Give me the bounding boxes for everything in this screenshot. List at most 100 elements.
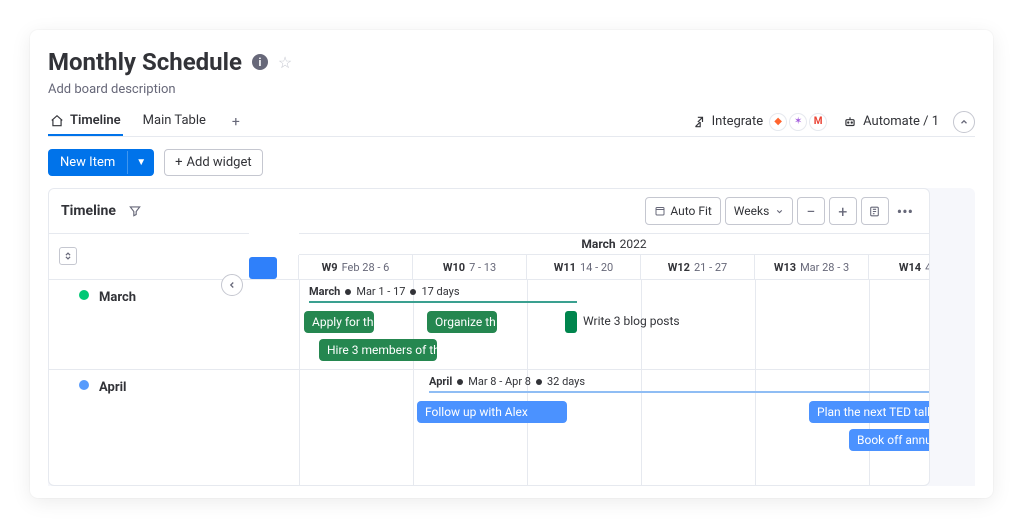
home-icon <box>50 114 64 128</box>
month-header: March 2022 <box>299 233 929 255</box>
zoom-in-button[interactable]: + <box>829 197 857 225</box>
task-bar[interactable]: Plan the next TED talk <box>809 401 929 423</box>
panel-header: Timeline Auto Fit Weeks <box>49 189 929 233</box>
integration-icons: ◆ ✶ M <box>769 113 827 131</box>
export-button[interactable] <box>861 197 889 225</box>
title-row: Monthly Schedule i ☆ <box>48 48 975 76</box>
view-tabs: Timeline Main Table + <box>48 107 246 136</box>
tab-timeline[interactable]: Timeline <box>48 107 123 136</box>
auto-fit-button[interactable]: Auto Fit <box>645 197 720 225</box>
week-cell: W14 4 - 10 <box>869 255 929 279</box>
board-description[interactable]: Add board description <box>48 82 975 97</box>
more-options-button[interactable]: ••• <box>893 202 917 221</box>
integration-icon-3: M <box>809 113 827 131</box>
info-icon[interactable]: i <box>252 54 268 70</box>
task-label[interactable]: Write 3 blog posts <box>583 314 680 328</box>
body-area: Timeline Auto Fit Weeks <box>48 188 975 486</box>
week-range: 14 - 20 <box>580 261 613 274</box>
task-bar[interactable]: Organize th <box>427 311 497 333</box>
week-cell: W13Mar 28 - 3 <box>755 255 869 279</box>
task-label: Book off annual <box>857 433 929 447</box>
new-item-button[interactable]: New Item ▼ <box>48 149 154 176</box>
scale-label: Weeks <box>734 204 769 218</box>
month-label: March <box>581 237 615 251</box>
add-widget-button[interactable]: + Add widget <box>164 149 262 176</box>
week-num: W14 <box>899 261 921 274</box>
tab-main-table[interactable]: Main Table <box>141 107 208 136</box>
task-label: Follow up with Alex <box>425 405 528 419</box>
summary-name: April <box>429 375 452 388</box>
group-summary-april[interactable]: April Mar 8 - Apr 8 32 days <box>429 375 585 388</box>
group-color-dot <box>79 380 89 390</box>
tab-main-table-label: Main Table <box>143 113 206 128</box>
sidebar-top <box>49 233 249 279</box>
grid-body: March Mar 1 - 17 17 days Apply for th Or… <box>249 279 929 485</box>
timeline-panel: Timeline Auto Fit Weeks <box>48 188 930 486</box>
task-bar[interactable]: Apply for th <box>304 311 374 333</box>
week-num: W9 <box>322 261 338 274</box>
group-color-dot <box>79 290 89 300</box>
task-label: Apply for th <box>312 315 373 329</box>
today-marker <box>249 257 277 279</box>
automate-label: Automate / 1 <box>863 114 939 129</box>
group-row-march[interactable]: March <box>49 279 249 369</box>
year-label: 2022 <box>620 237 647 251</box>
scroll-left-button[interactable] <box>221 274 243 296</box>
integration-icon-2: ✶ <box>789 113 807 131</box>
week-range: 4 - 10 <box>925 261 929 274</box>
task-bar-collapsed[interactable] <box>565 311 577 333</box>
tab-timeline-label: Timeline <box>70 113 121 128</box>
dot-icon <box>410 289 416 295</box>
integration-icon-1: ◆ <box>769 113 787 131</box>
timeline-area: March April March 2022 W9Feb 28 <box>49 233 929 485</box>
automate-button[interactable]: Automate / 1 <box>841 110 941 133</box>
collapse-groups-button[interactable] <box>59 247 77 265</box>
week-cell: W11 14 - 20 <box>527 255 641 279</box>
group-name-april: April <box>99 380 126 395</box>
chevron-down-icon <box>775 207 784 216</box>
group-row-april[interactable]: April <box>49 369 249 459</box>
week-cell: W9Feb 28 - 6 <box>299 255 413 279</box>
summary-days: 32 days <box>547 375 585 388</box>
new-item-label: New Item <box>48 149 127 176</box>
week-num: W11 <box>554 261 576 274</box>
dot-icon <box>536 379 542 385</box>
dot-icon <box>457 379 463 385</box>
page-title: Monthly Schedule <box>48 48 242 76</box>
collapse-top-button[interactable] <box>953 111 975 133</box>
auto-fit-label: Auto Fit <box>670 204 711 218</box>
week-num: W12 <box>668 261 690 274</box>
tabs-row: Timeline Main Table + Integrate ◆ ✶ M <box>48 107 975 137</box>
group-name-march: March <box>99 290 136 305</box>
summary-line-april <box>429 391 929 393</box>
toolbar: New Item ▼ + Add widget <box>48 149 975 176</box>
panel-title: Timeline <box>61 203 116 219</box>
filter-button[interactable] <box>128 204 142 218</box>
integrate-button[interactable]: Integrate ◆ ✶ M <box>690 109 830 135</box>
add-widget-label: Add widget <box>187 155 252 170</box>
weeks-header: W9Feb 28 - 6 W107 - 13 W1114 - 20 W1221 … <box>249 255 929 279</box>
task-label: Organize th <box>435 315 496 329</box>
new-item-caret-icon[interactable]: ▼ <box>127 151 154 174</box>
task-bar[interactable]: Follow up with Alex <box>417 401 567 423</box>
group-summary-march[interactable]: March Mar 1 - 17 17 days <box>309 285 460 298</box>
task-bar[interactable]: Hire 3 members of the <box>319 339 437 361</box>
dot-icon <box>345 289 351 295</box>
summary-range: Mar 8 - Apr 8 <box>468 375 531 388</box>
week-num: W10 <box>443 261 465 274</box>
timeline-sidebar: March April <box>49 233 249 485</box>
plus-icon: + <box>175 155 182 170</box>
scale-select[interactable]: Weeks <box>725 197 793 225</box>
zoom-out-button[interactable]: − <box>797 197 825 225</box>
integrate-icon <box>692 115 706 129</box>
add-view-button[interactable]: + <box>226 112 246 132</box>
timeline-grid[interactable]: March 2022 W9Feb 28 - 6 W107 - 13 W1114 … <box>249 233 929 485</box>
integrate-label: Integrate <box>712 114 764 129</box>
app-container: Monthly Schedule i ☆ Add board descripti… <box>30 30 993 498</box>
task-bar[interactable]: Book off annual <box>849 429 929 451</box>
favorite-star-icon[interactable]: ☆ <box>278 53 292 72</box>
task-label: Plan the next TED talk <box>817 405 929 419</box>
calendar-fit-icon <box>654 205 666 217</box>
week-range: 21 - 27 <box>694 261 727 274</box>
summary-range: Mar 1 - 17 <box>356 285 405 298</box>
